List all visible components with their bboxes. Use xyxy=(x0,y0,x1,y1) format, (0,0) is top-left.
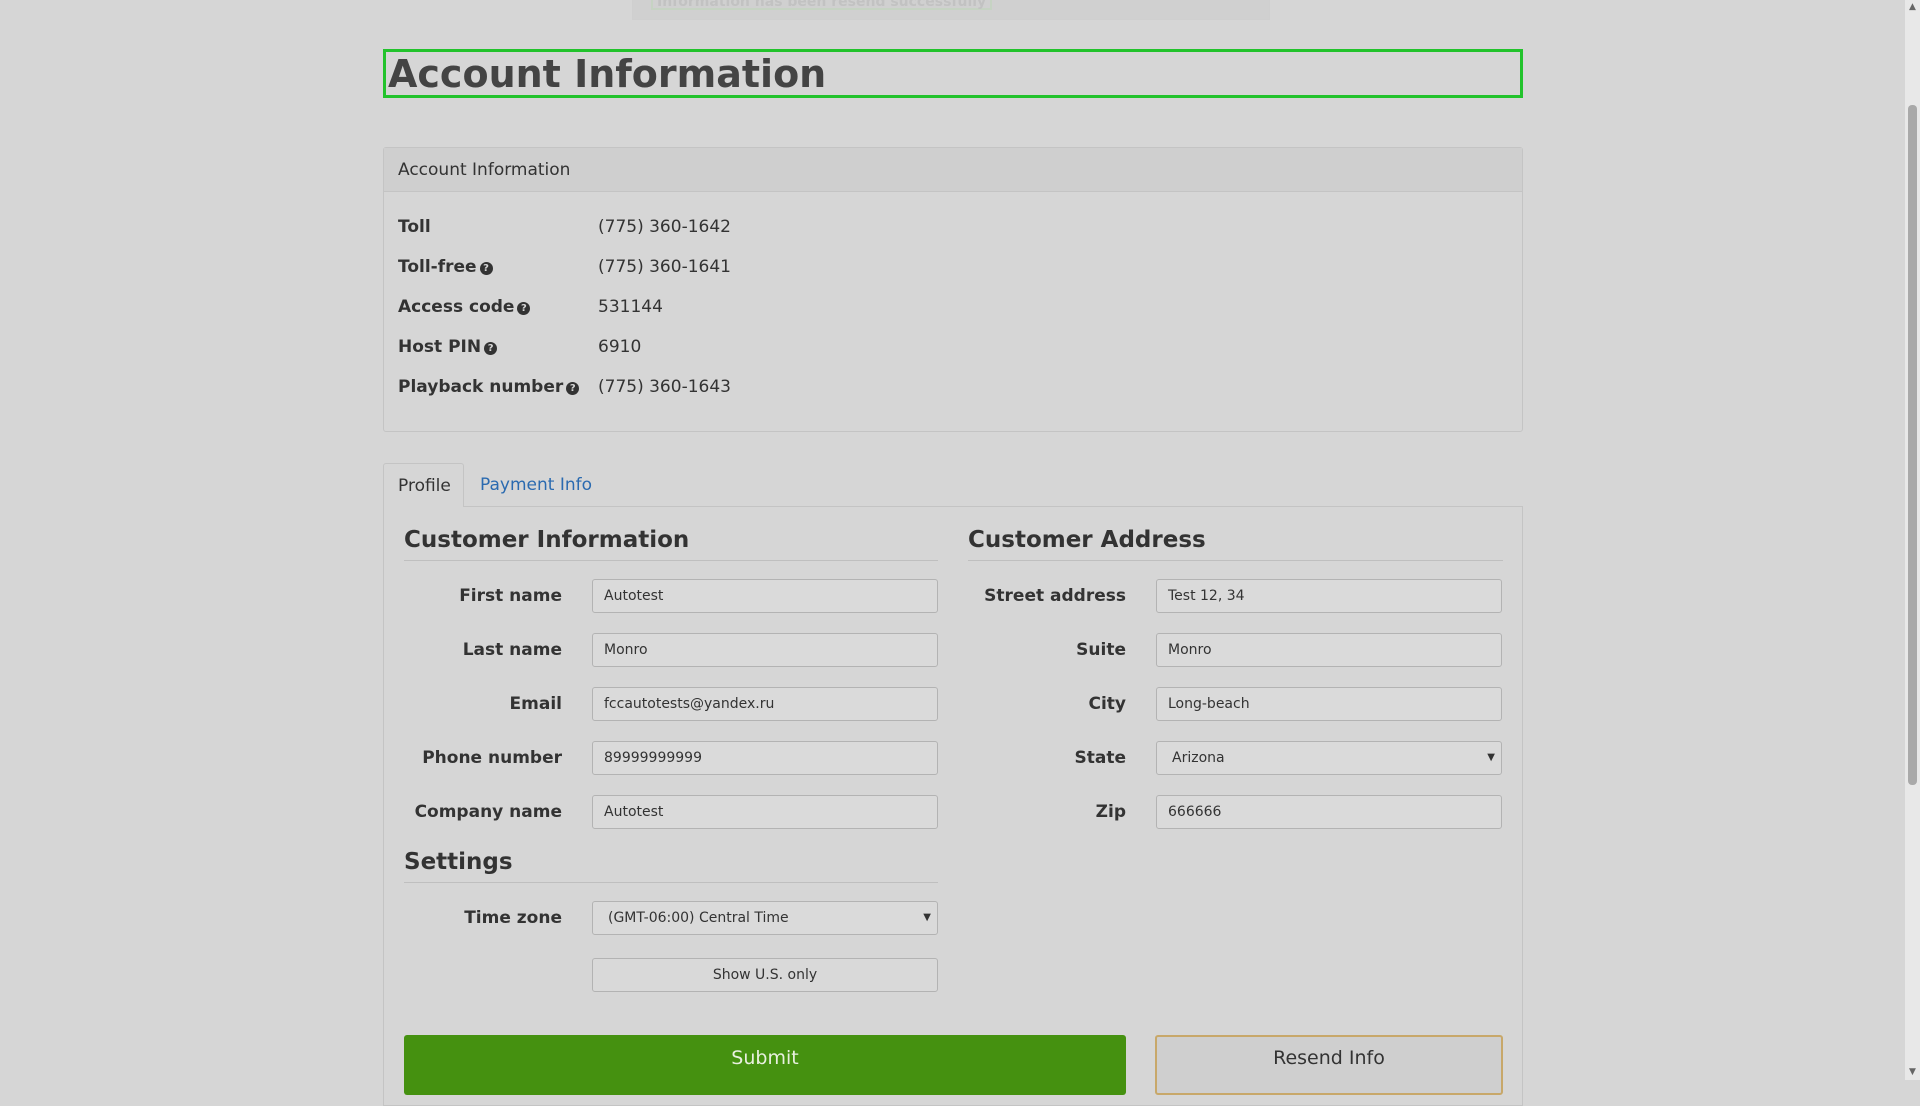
phone-number-input[interactable]: 89999999999 xyxy=(592,741,938,775)
label-company-name: Company name xyxy=(414,802,562,822)
resend-info-button[interactable]: Resend Info xyxy=(1155,1035,1503,1095)
section-title-settings: Settings xyxy=(404,847,938,883)
suite-input[interactable]: Monro xyxy=(1156,633,1502,667)
info-label-toll-free: Toll-free? xyxy=(398,255,598,279)
question-circle-icon[interactable]: ? xyxy=(479,262,493,275)
info-value-toll-free: (775) 360-1641 xyxy=(598,257,731,277)
page-title: Account Information xyxy=(383,49,1523,98)
info-label-host-pin: Host PIN? xyxy=(398,335,598,359)
tab-payment-info[interactable]: Payment Info xyxy=(466,463,606,507)
label-first-name: First name xyxy=(459,586,562,606)
label-state: State xyxy=(1074,748,1127,768)
street-address-input[interactable]: Test 12, 34 xyxy=(1156,579,1502,613)
submit-button[interactable]: Submit xyxy=(404,1035,1126,1095)
notification-message: Information has been resend successfully xyxy=(651,0,993,10)
company-name-input[interactable]: Autotest xyxy=(592,795,938,829)
first-name-input[interactable]: Autotest xyxy=(592,579,938,613)
label-last-name: Last name xyxy=(462,640,562,660)
info-value-access-code: 531144 xyxy=(598,297,663,317)
account-info-panel: Account Information Toll (775) 360-1642 … xyxy=(383,147,1523,432)
label-city: City xyxy=(1088,694,1126,714)
question-circle-icon[interactable]: ? xyxy=(484,342,498,355)
city-input[interactable]: Long-beach xyxy=(1156,687,1502,721)
info-label-access-code: Access code? xyxy=(398,295,598,319)
last-name-input[interactable]: Monro xyxy=(592,633,938,667)
panel-heading: Account Information xyxy=(384,148,1522,192)
scroll-up-arrow-icon[interactable]: ▲ xyxy=(1905,0,1920,15)
info-value-playback-number: (775) 360-1643 xyxy=(598,377,731,397)
label-phone-number: Phone number xyxy=(422,748,562,768)
time-zone-select[interactable]: (GMT-06:00) Central Time ▼ xyxy=(592,901,938,935)
info-value-host-pin: 6910 xyxy=(598,337,642,357)
state-value: Arizona xyxy=(1172,750,1225,766)
tab-profile[interactable]: Profile xyxy=(383,463,464,507)
question-circle-icon[interactable]: ? xyxy=(566,382,580,395)
state-select[interactable]: Arizona ▼ xyxy=(1156,741,1502,775)
section-title-customer-information: Customer Information xyxy=(404,525,938,561)
label-email: Email xyxy=(509,694,562,714)
info-value-toll: (775) 360-1642 xyxy=(598,217,731,237)
scrollbar-thumb[interactable] xyxy=(1908,105,1917,785)
show-us-only-button[interactable]: Show U.S. only xyxy=(592,958,938,992)
notification-bar: Information has been resend successfully xyxy=(632,0,1270,20)
question-circle-icon[interactable]: ? xyxy=(517,302,531,315)
zip-input[interactable]: 666666 xyxy=(1156,795,1502,829)
chevron-down-icon: ▼ xyxy=(923,912,931,923)
label-suite: Suite xyxy=(1076,640,1126,660)
scroll-down-arrow-icon[interactable]: ▼ xyxy=(1905,1065,1920,1080)
time-zone-value: (GMT-06:00) Central Time xyxy=(608,910,789,926)
label-time-zone: Time zone xyxy=(464,908,562,928)
info-label-playback-number: Playback number? xyxy=(398,375,598,399)
vertical-scrollbar[interactable]: ▲ ▼ xyxy=(1905,0,1920,1080)
label-zip: Zip xyxy=(1095,802,1126,822)
section-title-customer-address: Customer Address xyxy=(968,525,1503,561)
email-input[interactable]: fccautotests@yandex.ru xyxy=(592,687,938,721)
page: Information has been resend successfully… xyxy=(0,0,1905,1106)
label-street-address: Street address xyxy=(984,586,1126,606)
chevron-down-icon: ▼ xyxy=(1487,752,1495,763)
info-label-toll: Toll xyxy=(398,217,431,237)
